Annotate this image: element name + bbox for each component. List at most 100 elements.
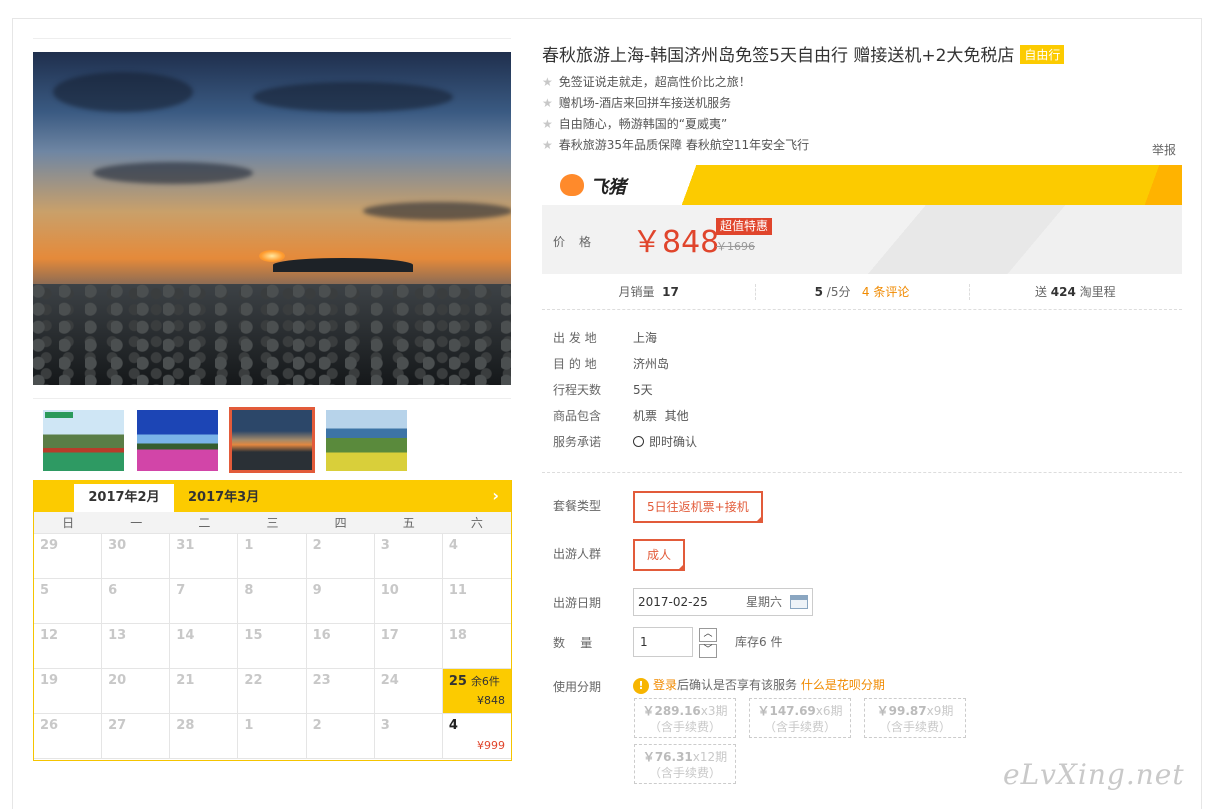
points: 送 424 淘里程 bbox=[968, 280, 1182, 309]
calendar-day: 11 bbox=[442, 579, 511, 624]
installment-help-link[interactable]: 什么是花呗分期 bbox=[801, 678, 885, 692]
installment-amount: ￥76.31 bbox=[642, 750, 693, 764]
feature-list: ★ 免签证说走就走，超高性价比之旅！ ★ 赠机场-酒店来回拼车接送机服务 ★ 自由随心… bbox=[542, 72, 809, 156]
watermark: eLvXing.net bbox=[1003, 758, 1185, 791]
departure-calendar: 2017年2月 2017年3月 › 日一二三四五六 29 30 31 1 2 3 4 5 6 7 8… bbox=[33, 480, 512, 761]
installment-option-3[interactable]: ￥289.16x3期 （含手续费） bbox=[634, 698, 736, 738]
feature-item: ★ 赠机场-酒店来回拼车接送机服务 bbox=[542, 93, 809, 114]
calendar-day-available[interactable]: 4 ¥999 bbox=[442, 714, 511, 759]
calendar-day: 3 bbox=[374, 714, 443, 759]
date-weekday: 星期六 bbox=[745, 595, 782, 609]
quantity-input[interactable]: 1 bbox=[633, 627, 693, 657]
login-link[interactable]: 登录 bbox=[653, 678, 677, 692]
feature-text: 春秋旅游35年品质保障 春秋航空11年安全飞行 bbox=[558, 138, 810, 152]
calendar-day: 13 bbox=[102, 624, 171, 669]
thumbnail-3-selected[interactable] bbox=[229, 407, 315, 473]
calendar-day: 27 bbox=[102, 714, 171, 759]
quantity-increase-button[interactable]: ︿ bbox=[699, 628, 717, 642]
current-price: ￥848 bbox=[632, 225, 720, 260]
chevron-right-icon[interactable]: › bbox=[492, 486, 499, 505]
calendar-day: 2 bbox=[306, 534, 375, 579]
main-photo bbox=[33, 52, 511, 385]
info-row-destination: 目 的 地 济州岛 bbox=[553, 354, 697, 380]
installment-option-6[interactable]: ￥147.69x6期 （含手续费） bbox=[749, 698, 851, 738]
brand-name: 飞猪 bbox=[590, 177, 626, 198]
tab-month-mar[interactable]: 2017年3月 bbox=[188, 484, 259, 512]
info-row-days: 行程天数 5天 bbox=[553, 380, 697, 406]
weekday-label: 六 bbox=[470, 516, 483, 530]
gallery-top-border bbox=[33, 38, 511, 39]
star-icon: ★ bbox=[542, 117, 553, 131]
calendar-day-available[interactable]: 25 余6件 ¥848 bbox=[442, 669, 511, 714]
calendar-day: 30 bbox=[102, 534, 171, 579]
calendar-day-number: 2 bbox=[312, 718, 322, 733]
installment-option-12[interactable]: ￥76.31x12期 （含手续费） bbox=[634, 744, 736, 784]
calendar-day: 29 bbox=[34, 534, 103, 579]
product-info: 出 发 地 上海 目 的 地 济州岛 行程天数 5天 商品包含 机票 其他 服务承诺 即时… bbox=[553, 328, 697, 458]
info-row-includes: 商品包含 机票 其他 bbox=[553, 406, 697, 432]
calendar-day-stock: 余6件 bbox=[470, 675, 500, 688]
calendar-day-number: 22 bbox=[244, 673, 263, 688]
rating: 5 /5分 4 条评论 bbox=[755, 280, 968, 309]
calendar-day-number: 31 bbox=[176, 538, 195, 553]
date-picker-input[interactable]: 2017-02-25 星期六 bbox=[633, 588, 813, 616]
monthly-sales-value: 17 bbox=[662, 285, 679, 299]
check-circle-icon bbox=[633, 436, 644, 447]
calendar-day-number: 28 bbox=[176, 718, 195, 733]
calendar-day: 2 bbox=[306, 714, 375, 759]
tab-month-feb[interactable]: 2017年2月 bbox=[74, 484, 174, 512]
info-key: 出 发 地 bbox=[553, 331, 597, 345]
info-key: 目 的 地 bbox=[553, 357, 597, 371]
package-option-button[interactable]: 5日往返机票+接机 bbox=[633, 491, 763, 523]
calendar-day-number: 4 bbox=[448, 538, 458, 553]
calendar-day-number: 3 bbox=[380, 538, 390, 553]
calendar-day: 1 bbox=[238, 534, 307, 579]
original-price: ￥1696 bbox=[716, 240, 755, 253]
group-option-button[interactable]: 成人 bbox=[633, 539, 686, 571]
star-icon: ★ bbox=[542, 75, 553, 89]
info-key: 行程天数 bbox=[553, 383, 602, 397]
thumbnail-2[interactable] bbox=[137, 410, 218, 471]
reviews-link[interactable]: 4 条评论 bbox=[862, 285, 909, 299]
calendar-day: 19 bbox=[34, 669, 103, 714]
calendar-day: 20 bbox=[102, 669, 171, 714]
calendar-day-number: 4 bbox=[448, 718, 458, 733]
calendar-header: 2017年2月 2017年3月 › bbox=[34, 480, 511, 512]
calendar-day-number: 2 bbox=[312, 538, 322, 553]
feature-item: ★ 免签证说走就走，超高性价比之旅！ bbox=[542, 72, 809, 93]
calendar-grid: 29 30 31 1 2 3 4 5 6 7 8 9 10 11 12 13 14 15 16 17 18 19 20 21 2… bbox=[34, 534, 511, 759]
weekday-header: 日一二三四五六 bbox=[34, 512, 511, 534]
weekday-label: 二 bbox=[198, 516, 211, 530]
calendar-day-number: 1 bbox=[244, 718, 254, 733]
calendar-day: 12 bbox=[34, 624, 103, 669]
thumbnail-1[interactable] bbox=[43, 410, 124, 471]
calendar-day-number: 29 bbox=[40, 538, 59, 553]
calendar-day-number: 6 bbox=[108, 583, 118, 598]
quantity-decrease-button[interactable]: ﹀ bbox=[699, 644, 717, 658]
date-value: 2017-02-25 bbox=[638, 595, 708, 609]
calendar-day: 8 bbox=[238, 579, 307, 624]
calendar-day: 18 bbox=[442, 624, 511, 669]
calendar-day: 4 bbox=[442, 534, 511, 579]
feature-text: 自由随心，畅游韩国的“夏威夷” bbox=[558, 117, 728, 131]
installment-option-9[interactable]: ￥99.87x9期 （含手续费） bbox=[864, 698, 966, 738]
calendar-day-number: 21 bbox=[176, 673, 195, 688]
thumbnail-4[interactable] bbox=[326, 410, 407, 471]
calendar-day: 23 bbox=[306, 669, 375, 714]
calendar-day-number: 10 bbox=[380, 583, 399, 598]
weekday-label: 三 bbox=[266, 516, 279, 530]
feature-text: 赠机场-酒店来回拼车接送机服务 bbox=[558, 96, 732, 110]
calendar-day-number: 14 bbox=[176, 628, 195, 643]
calendar-day-number: 1 bbox=[244, 538, 254, 553]
weekday-label: 四 bbox=[334, 516, 347, 530]
star-icon: ★ bbox=[542, 138, 553, 152]
calendar-day-number: 12 bbox=[40, 628, 59, 643]
calendar-day-price: ¥848 bbox=[477, 694, 505, 707]
report-link[interactable]: 举报 bbox=[1152, 141, 1176, 158]
points-suffix: 淘里程 bbox=[1079, 285, 1116, 299]
calendar-day: 31 bbox=[170, 534, 239, 579]
section-divider bbox=[542, 472, 1182, 473]
calendar-icon[interactable] bbox=[790, 595, 808, 609]
calendar-day-number: 17 bbox=[380, 628, 399, 643]
calendar-day-number: 19 bbox=[40, 673, 59, 688]
